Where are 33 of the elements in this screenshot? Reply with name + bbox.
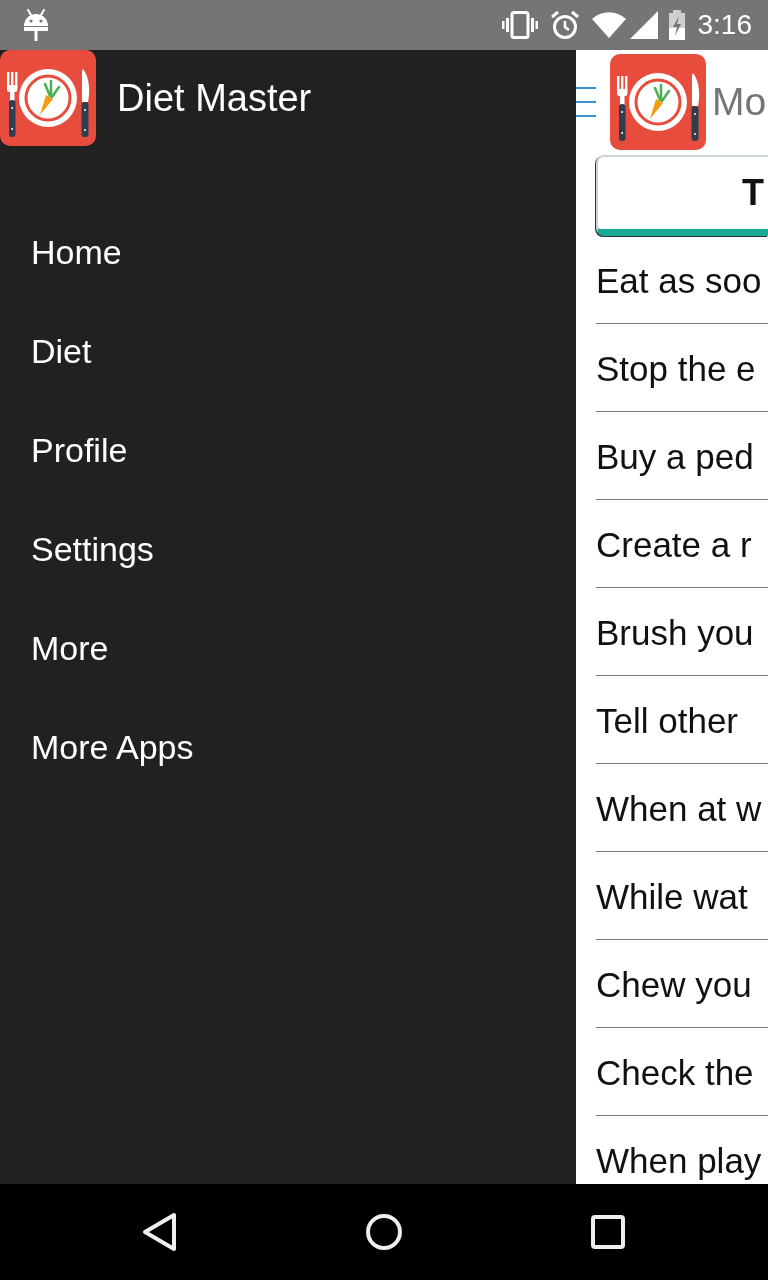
plate-cutlery-icon [0,50,96,146]
back-icon[interactable] [142,1212,178,1252]
menu-item[interactable]: Home [31,231,122,272]
tip-text: Create a r [596,524,752,566]
tip-text: When play [596,1140,762,1182]
home-icon[interactable] [366,1214,402,1250]
menu-icon[interactable] [576,87,596,117]
plate-cutlery-icon [610,54,706,150]
tip-text: While wat [596,876,748,918]
wifi-icon [591,12,626,38]
tip-text: Buy a ped [596,436,754,478]
menu-item[interactable]: Profile [31,429,128,470]
menu-item[interactable]: More [31,627,109,668]
page-title: Mo [712,79,767,125]
app-title: Diet Master [117,76,312,120]
alarm-clock-icon [549,10,580,40]
clock-time: 3:16 [697,9,752,41]
menu-item[interactable]: Settings [31,528,154,569]
signal-icon [629,11,658,39]
battery-charging-icon [667,10,686,40]
tip-text: Brush you [596,612,754,654]
tip-text: Eat as soo [596,260,762,302]
header-button[interactable]: T [596,155,768,236]
tip-text: When at w [596,788,762,830]
vibrate-icon [501,11,538,39]
robot-icon [22,9,50,41]
tip-text: Tell other [596,700,739,742]
recents-icon[interactable] [591,1215,625,1249]
tip-text: Check the [596,1052,754,1094]
menu-item[interactable]: Diet [31,330,92,371]
menu-item[interactable]: More Apps [31,726,194,767]
tip-text: Chew you [596,964,752,1006]
tip-text: Stop the e [596,348,756,390]
